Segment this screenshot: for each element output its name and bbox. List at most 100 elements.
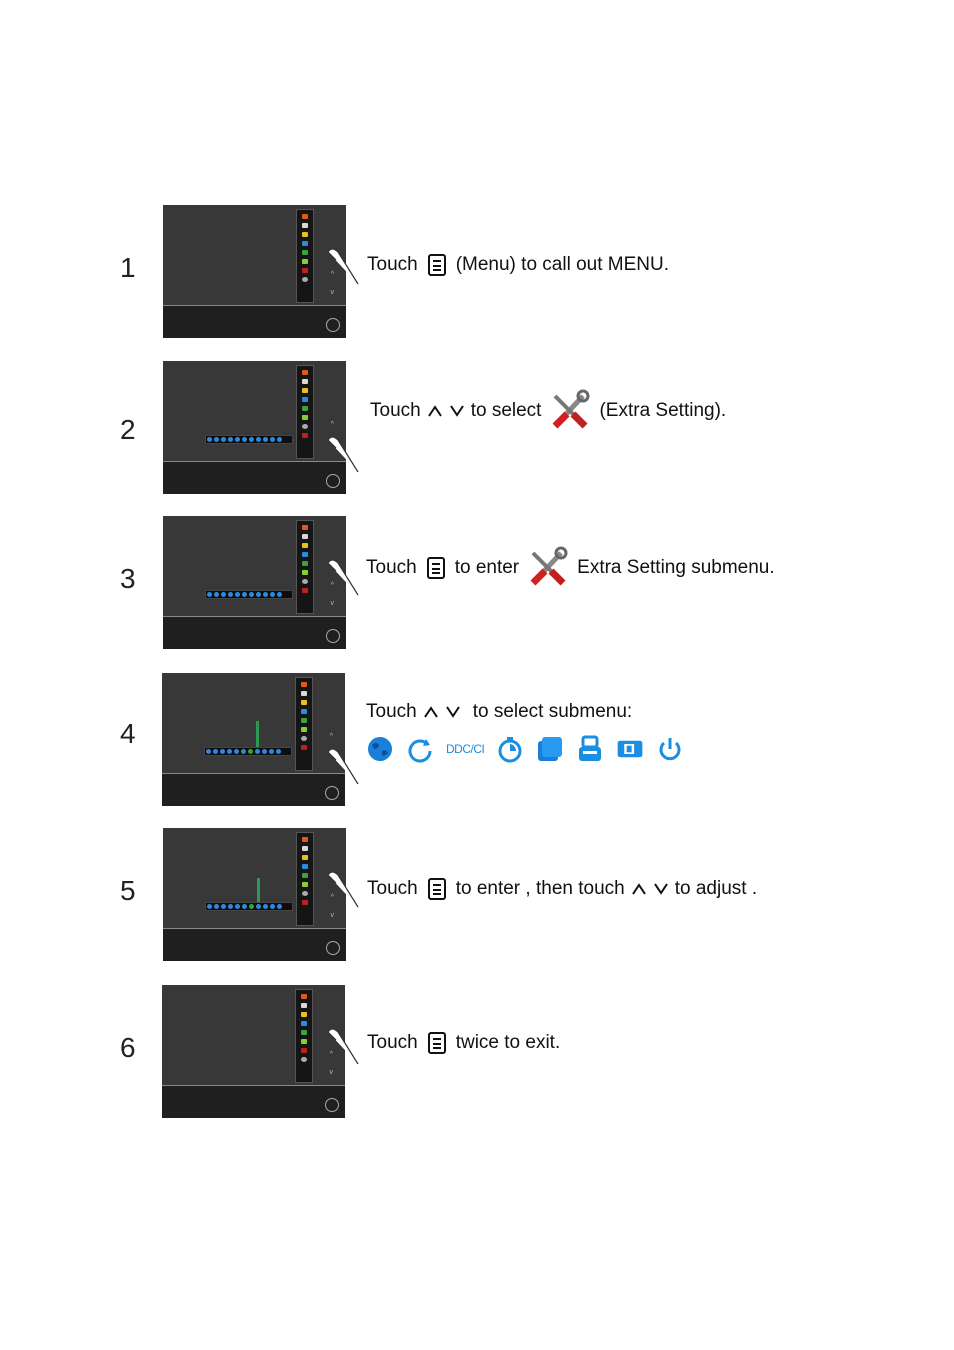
osd-menu-column [295, 989, 313, 1083]
monitor-screen [162, 673, 345, 774]
touch-label: Touch [366, 557, 417, 578]
monitor-illustration: ^ v [162, 985, 345, 1118]
power-icon [325, 786, 339, 800]
timer-icon [498, 737, 522, 763]
osd-submenu-row [205, 435, 293, 444]
down-chevron-icon: v [329, 1069, 334, 1076]
instruction-text: Touch to enter Extra Setting submenu. [366, 545, 775, 591]
auto-config-icon [579, 735, 602, 761]
step-6: 6 ^ v Touch twice to exit. [0, 980, 954, 1120]
extra-setting-tools-icon [552, 389, 590, 429]
monitor-screen [163, 516, 346, 617]
step-number: 4 [120, 718, 136, 749]
down-arrow-icon [653, 883, 668, 895]
up-arrow-icon [427, 405, 442, 417]
monitor-screen [163, 828, 346, 929]
power-icon [326, 474, 340, 488]
osd-submenu-row [205, 590, 293, 599]
input-select-icon [538, 737, 563, 761]
extra-setting-tools-icon [530, 546, 568, 586]
step-3: 3 ^ v Touch to enter Extra Setting subme… [0, 511, 954, 651]
monitor-bezel [162, 1086, 345, 1118]
menu-icon [426, 557, 445, 579]
touch-label: Touch [366, 701, 417, 722]
touch-label: Touch [367, 254, 418, 275]
power-icon [326, 318, 340, 332]
instruction-rest: to select submenu: [472, 701, 633, 722]
monitor-screen [163, 361, 346, 462]
power-icon [325, 1098, 339, 1112]
down-arrow-icon [445, 706, 460, 718]
reset-icon [408, 739, 432, 763]
select-label: to select [470, 400, 542, 421]
osd-menu-column [295, 677, 313, 771]
osd-menu-column [296, 209, 314, 303]
step-number: 3 [120, 563, 136, 594]
finger-touch-icon [327, 871, 359, 908]
monitor-screen [162, 985, 345, 1086]
finger-touch-icon [327, 559, 359, 596]
monitor-illustration: ^ v [163, 516, 346, 649]
instruction-text: Touch twice to exit. [367, 1032, 560, 1054]
image-ratio-icon [617, 740, 643, 758]
step-number: 5 [120, 875, 136, 906]
menu-icon [427, 878, 446, 900]
monitor-screen [163, 205, 346, 306]
instruction-text: Touch to select (Extra Setting). [370, 388, 726, 434]
monitor-bezel [163, 617, 346, 649]
instruction-text: Touch to select submenu: [366, 701, 632, 723]
step-1: 1 ^ v Touch (Menu) to call out MENU. [0, 200, 954, 340]
up-arrow-icon [631, 883, 646, 895]
monitor-bezel [163, 462, 346, 494]
step-number: 2 [120, 414, 136, 445]
osd-value-bar [256, 721, 259, 747]
down-arrow-icon [449, 405, 464, 417]
finger-touch-icon [327, 248, 359, 285]
power-icon [326, 941, 340, 955]
instruction-rest: (Menu) to call out MENU. [455, 254, 669, 275]
monitor-illustration: ^ v [163, 828, 346, 961]
step-5: 5 ^ v Touch to enter , then touch to adj… [0, 823, 954, 963]
instruction-rest: twice to exit. [455, 1032, 561, 1053]
step-number: 6 [120, 1032, 136, 1063]
instruction-text: Touch to enter , then touch to adjust . [367, 878, 757, 900]
instruction-rest: to adjust . [674, 878, 758, 899]
submenu-icon-row: DDC/CI [366, 735, 684, 763]
monitor-bezel [163, 306, 346, 338]
monitor-illustration: ^ [162, 673, 345, 806]
up-chevron-icon: ^ [330, 421, 334, 428]
instruction-rest: (Extra Setting). [599, 400, 727, 421]
osd-submenu-row [204, 747, 292, 756]
power-icon [326, 629, 340, 643]
monitor-bezel [162, 774, 345, 806]
language-globe-icon [368, 737, 392, 761]
finger-touch-icon [327, 748, 359, 785]
finger-touch-icon [327, 1028, 359, 1065]
menu-icon [427, 1032, 446, 1054]
down-chevron-icon: v [330, 912, 335, 919]
monitor-illustration: ^ [163, 361, 346, 494]
osd-menu-column [296, 365, 314, 459]
enter-label: to enter [454, 557, 520, 578]
monitor-illustration: ^ v [163, 205, 346, 338]
ddc-ci-icon: DDC/CI [446, 742, 485, 756]
instruction-rest: Extra Setting submenu. [577, 557, 775, 578]
up-chevron-icon: ^ [329, 733, 333, 740]
step-number: 1 [120, 252, 136, 283]
instruction-text: Touch (Menu) to call out MENU. [367, 254, 669, 276]
touch-label: Touch [367, 878, 418, 899]
enter-label: to enter , then touch [455, 878, 625, 899]
osd-value-bar [257, 878, 260, 902]
osd-menu-column [296, 520, 314, 614]
power-icon [659, 738, 681, 761]
osd-submenu-row [205, 902, 293, 911]
down-chevron-icon: v [330, 289, 335, 296]
down-chevron-icon: v [330, 600, 335, 607]
finger-touch-icon [327, 436, 359, 473]
touch-label: Touch [370, 400, 421, 421]
osd-menu-column [296, 832, 314, 926]
menu-icon [427, 254, 446, 276]
up-arrow-icon [423, 706, 438, 718]
monitor-bezel [163, 929, 346, 961]
step-2: 2 ^ Touch to select (Extra Setting). [0, 356, 954, 496]
